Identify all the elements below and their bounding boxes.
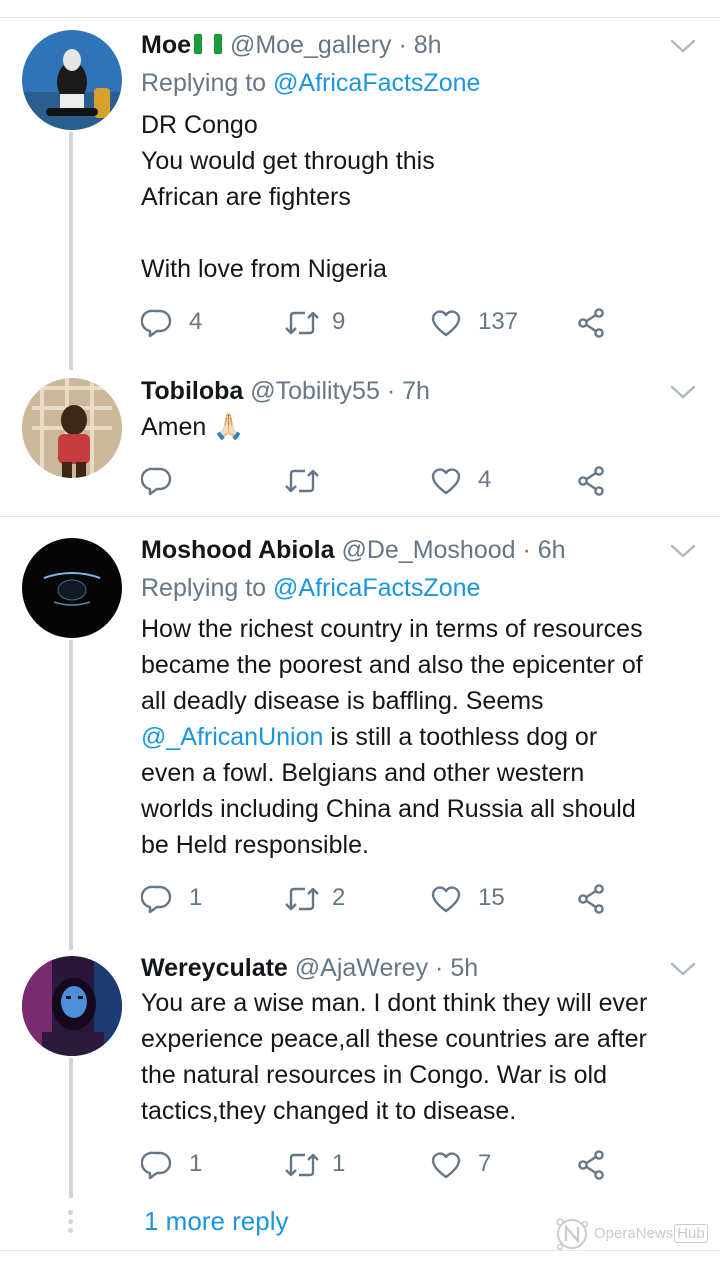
- like-count: 7: [478, 1150, 492, 1177]
- tweet-text: Amen 🙏🏻: [141, 409, 706, 445]
- mention-link[interactable]: @AfricaFactsZone: [273, 69, 480, 97]
- tweet-text-line: Amen 🙏🏻: [141, 409, 706, 445]
- user-handle[interactable]: @De_Moshood: [341, 536, 515, 564]
- more-replies-dots: [68, 1210, 74, 1233]
- retweet-icon: [284, 465, 320, 497]
- tweet-text-line: even a fowl. Belgians and other western: [141, 759, 585, 787]
- display-name[interactable]: Moshood Abiola: [141, 536, 335, 564]
- reply-count: 1: [189, 1150, 203, 1177]
- tweet-text: You are a wise man. I dont think they wi…: [141, 985, 706, 1129]
- like-icon: [430, 883, 462, 915]
- tweet-text: DR Congo You would get through this Afri…: [141, 107, 706, 287]
- nigeria-flag-icon: [194, 34, 222, 54]
- replying-to: Replying to @AfricaFactsZone: [141, 573, 480, 603]
- share-icon: [576, 883, 608, 915]
- retweet-count: 9: [332, 308, 346, 335]
- display-name[interactable]: Moe: [141, 31, 191, 59]
- tweet-actions: 1 1 7: [141, 1147, 621, 1181]
- retweet-icon: [284, 883, 320, 915]
- like-icon: [430, 465, 462, 497]
- top-divider: [0, 17, 720, 18]
- tweet-header: Wereyculate @AjaWerey · 5h: [141, 953, 478, 983]
- folded-hands-emoji: 🙏🏻: [213, 413, 245, 441]
- reply-count: 1: [189, 884, 203, 911]
- timestamp: · 5h: [435, 954, 479, 982]
- reply-icon: [141, 883, 173, 915]
- tweet-text-line: You are a wise man. I dont think they wi…: [141, 989, 648, 1017]
- share-icon: [576, 465, 608, 497]
- retweet-icon: [284, 307, 320, 339]
- tweet-text-line: all deadly disease is baffling. Seems: [141, 687, 544, 715]
- thread-line: [69, 640, 73, 950]
- tweet-text-line: African are fighters: [141, 183, 351, 211]
- chevron-down-icon[interactable]: [670, 961, 696, 977]
- chevron-down-icon[interactable]: [670, 38, 696, 54]
- reply-count: 4: [189, 308, 203, 335]
- like-count: 137: [478, 308, 519, 335]
- user-handle[interactable]: @AjaWerey: [295, 954, 428, 982]
- display-name[interactable]: Tobiloba: [141, 377, 243, 405]
- bottom-divider: [0, 1250, 720, 1251]
- tweet-header: Tobiloba @Tobility55 · 7h: [141, 376, 430, 406]
- retweet-icon: [284, 1149, 320, 1181]
- tweet-actions: 1 2 15: [141, 881, 621, 915]
- tweet-text-line: [141, 215, 706, 251]
- like-count: 15: [478, 884, 505, 911]
- tweet-text-line: be Held responsible.: [141, 831, 369, 859]
- avatar[interactable]: [22, 30, 122, 130]
- retweet-count: 2: [332, 884, 346, 911]
- share-icon: [576, 307, 608, 339]
- tweet-text-line: experience peace,all these countries are…: [141, 1025, 647, 1053]
- tweet-text-line: worlds including China and Russia all sh…: [141, 795, 636, 823]
- like-icon: [430, 1149, 462, 1181]
- watermark-badge: Hub: [674, 1224, 708, 1243]
- replying-to: Replying to @AfricaFactsZone: [141, 68, 480, 98]
- tweet-text-content: is still a toothless dog or: [323, 723, 598, 751]
- tweet-header: Moe @Moe_gallery · 8h: [141, 30, 442, 60]
- tweet-text-content: Amen: [141, 413, 207, 441]
- tweet-header: Moshood Abiola @De_Moshood · 6h: [141, 535, 566, 565]
- operanews-logo-icon: [556, 1218, 589, 1251]
- tweet-actions: 4 9 137: [141, 305, 621, 339]
- tweet-text: How the richest country in terms of reso…: [141, 611, 706, 863]
- replying-to-label: Replying to: [141, 69, 274, 97]
- avatar[interactable]: [22, 378, 122, 478]
- watermark-label: OperaNews: [594, 1225, 674, 1242]
- chevron-down-icon[interactable]: [670, 384, 696, 400]
- chevron-down-icon[interactable]: [670, 543, 696, 559]
- display-name[interactable]: Wereyculate: [141, 954, 288, 982]
- watermark-text: OperaNews Hub: [594, 1224, 708, 1243]
- retweet-count: 1: [332, 1150, 346, 1177]
- tweet-text-line: became the poorest and also the epicente…: [141, 651, 643, 679]
- replying-to-label: Replying to: [141, 574, 274, 602]
- avatar[interactable]: [22, 956, 122, 1056]
- tweet-text-line: With love from Nigeria: [141, 255, 387, 283]
- timestamp: · 7h: [386, 377, 430, 405]
- conversation-divider: [0, 516, 720, 517]
- tweet-text-line: tactics,they changed it to disease.: [141, 1097, 517, 1125]
- tweet-text-line: DR Congo: [141, 111, 258, 139]
- mention-link[interactable]: @AfricaFactsZone: [273, 574, 480, 602]
- reply-icon: [141, 307, 173, 339]
- timestamp: · 8h: [398, 31, 442, 59]
- tweet-text-line: You would get through this: [141, 147, 435, 175]
- reply-icon: [141, 465, 173, 497]
- user-handle[interactable]: @Tobility55: [250, 377, 380, 405]
- tweet-text-line: @_AfricanUnion is still a toothless dog …: [141, 719, 706, 755]
- reply-icon: [141, 1149, 173, 1181]
- like-count: 4: [478, 466, 492, 493]
- tweet-text-line: the natural resources in Congo. War is o…: [141, 1061, 607, 1089]
- like-icon: [430, 307, 462, 339]
- avatar[interactable]: [22, 538, 122, 638]
- tweet-text-line: How the richest country in terms of reso…: [141, 615, 643, 643]
- user-handle[interactable]: @Moe_gallery: [230, 31, 392, 59]
- mention-link[interactable]: @_AfricanUnion: [141, 723, 323, 751]
- timestamp: · 6h: [522, 536, 566, 564]
- thread-line: [69, 132, 73, 370]
- tweet-actions: 4: [141, 463, 621, 497]
- thread-line: [69, 1058, 73, 1198]
- share-icon: [576, 1149, 608, 1181]
- show-more-replies-link[interactable]: 1 more reply: [144, 1206, 289, 1237]
